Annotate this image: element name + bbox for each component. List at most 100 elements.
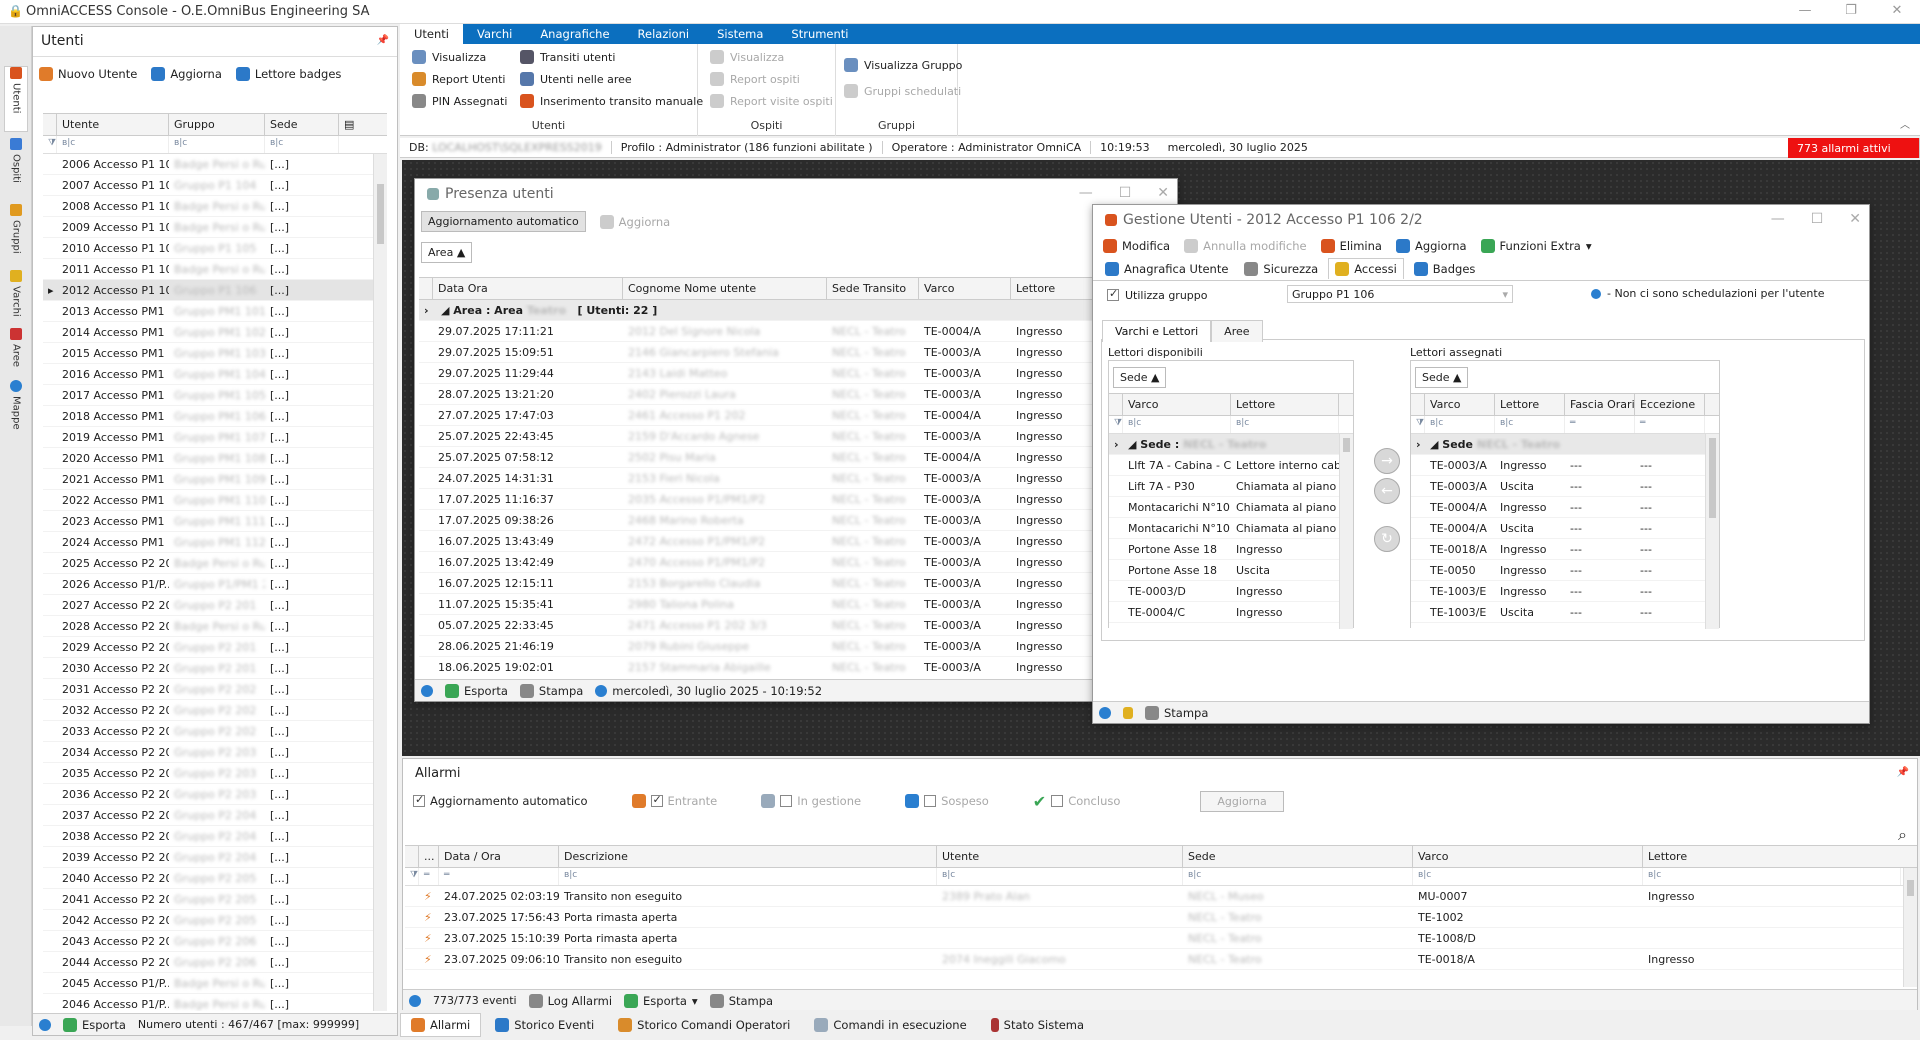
annulla-modifiche-button[interactable]: Annulla modifiche (1184, 239, 1307, 253)
filter-gruppo[interactable]: ʙ|c (169, 136, 265, 153)
filter-assigned-varco[interactable]: ʙ|c (1425, 416, 1495, 433)
user-row[interactable]: 2031 Accesso P2 20... Gruppo P2 202 [...] (43, 679, 387, 700)
available-reader-row[interactable]: Lift 7A - P30 Chiamata al piano (1109, 476, 1353, 497)
help-icon[interactable] (409, 994, 421, 1007)
vtab-varchi[interactable]: Varchi (4, 270, 28, 317)
tab-varchi[interactable]: Varchi (463, 24, 526, 44)
presence-row[interactable]: 28.07.2025 13:21:20 2402 Pierozzi Laura NE… (419, 384, 1175, 405)
bottom-tab-storico-eventi[interactable]: Storico Eventi (485, 1014, 604, 1036)
user-row[interactable]: 2025 Accesso P2 20... Badge Persi o Ru...… (43, 553, 387, 574)
presence-row[interactable]: 25.07.2025 22:43:45 2159 D'Accardo Agnese… (419, 426, 1175, 447)
filter-avail-varco[interactable]: ʙ|c (1123, 416, 1231, 433)
visualizza-ospiti-button[interactable]: Visualizza (710, 50, 784, 64)
user-row[interactable]: 2030 Accesso P2 20... Gruppo P2 201 [...] (43, 658, 387, 679)
search-icon[interactable]: ⌕ (1898, 825, 1907, 845)
elimina-button[interactable]: Elimina (1320, 239, 1382, 253)
user-row[interactable]: 2020 Accesso PM1 ... Gruppo PM1 108 [...] (43, 448, 387, 469)
user-row[interactable]: ▸ 2012 Accesso P1 10... Gruppo P1 106 [...] (43, 280, 387, 301)
assigned-reader-row[interactable]: TE-0004/A Uscita --- --- (1411, 518, 1719, 539)
user-row[interactable]: 2023 Accesso PM1 ... Gruppo PM1 111 [...] (43, 511, 387, 532)
col-utente[interactable]: Utente (57, 114, 169, 135)
user-row[interactable]: 2043 Accesso P2 20... Gruppo P2 206 [...] (43, 931, 387, 952)
user-row[interactable]: 2035 Accesso P2 20... Gruppo P2 203 [...] (43, 763, 387, 784)
vtab-aree[interactable]: Aree (4, 328, 28, 367)
minimize-button[interactable]: — (1782, 0, 1828, 24)
available-reader-row[interactable]: TE-0003/D Ingresso (1109, 581, 1353, 602)
tab-badges[interactable]: Badges (1408, 259, 1482, 279)
col-alarm-utente[interactable]: Utente (937, 846, 1183, 867)
tab-accessi[interactable]: Accessi (1328, 258, 1404, 279)
assigned-sede-button[interactable]: Sede ▲ (1415, 367, 1469, 388)
group-by-area-button[interactable]: Area ▲ (421, 242, 473, 263)
col-varco[interactable]: Varco (919, 278, 1011, 299)
report-utenti-button[interactable]: Report Utenti (412, 72, 505, 86)
unassign-reader-button[interactable]: ← (1374, 478, 1400, 504)
bottom-tab-comandi-esecuzione[interactable]: Comandi in esecuzione (804, 1014, 976, 1036)
user-print-button[interactable]: Stampa (1145, 705, 1208, 720)
presence-row[interactable]: 27.07.2025 17:47:03 2461 Accesso P1 202 NE… (419, 405, 1175, 426)
available-reader-row[interactable]: TE-0017/BIngresso (1109, 623, 1353, 630)
available-scrollbar[interactable] (1339, 434, 1353, 629)
assigned-reader-row[interactable]: TE-0018/A Ingresso --- --- (1411, 539, 1719, 560)
available-reader-row[interactable]: Montacarichi N°10 - P30 Chiamata al piano (1109, 518, 1353, 539)
minimize-button[interactable]: — (1079, 185, 1093, 201)
assigned-group-row[interactable]: › ◢ Sede NECL - Teatro (1411, 434, 1719, 455)
avail-group-row[interactable]: › ◢ Sede : NECL - Teatro (1109, 434, 1353, 455)
col-descrizione[interactable]: Descrizione (559, 846, 937, 867)
bottom-tab-stato-sistema[interactable]: Stato Sistema (981, 1014, 1094, 1036)
user-row[interactable]: 2010 Accesso P1 10... Gruppo P1 105 [...] (43, 238, 387, 259)
subtab-varchi-lettori[interactable]: Varchi e Lettori (1102, 320, 1212, 342)
user-row[interactable]: 2026 Accesso P1/P... Gruppo P1/PM1 2 [...] (43, 574, 387, 595)
user-row[interactable]: 2019 Accesso PM1 ... Gruppo PM1 107 [...] (43, 427, 387, 448)
subtab-aree[interactable]: Aree (1211, 320, 1263, 342)
presence-row[interactable]: 29.07.2025 11:29:44 2143 Laidi Matteo NECL… (419, 363, 1175, 384)
user-row[interactable]: 2045 Accesso P1/P... Badge Persi o Ru... [… (43, 973, 387, 994)
visualizza-utenti-button[interactable]: Visualizza (412, 50, 486, 64)
transiti-utenti-button[interactable]: Transiti utenti (520, 50, 615, 64)
user-row[interactable]: 2022 Accesso PM1 ... Gruppo PM1 110 [...] (43, 490, 387, 511)
presence-row[interactable]: 29.07.2025 15:09:51 2146 Giancarpiero Ste… (419, 342, 1175, 363)
user-row[interactable]: 2041 Accesso P2 20... Gruppo P2 205 [...] (43, 889, 387, 910)
filter-utente[interactable]: ʙ|c (57, 136, 169, 153)
user-row[interactable]: 2032 Accesso P2 20... Gruppo P2 202 [...] (43, 700, 387, 721)
tab-relazioni[interactable]: Relazioni (624, 24, 704, 44)
group-select[interactable]: Gruppo P1 106 ▾ (1287, 285, 1513, 303)
col-fascia-oraria[interactable]: Fascia Oraria (1565, 394, 1635, 415)
bottom-tab-storico-comandi[interactable]: Storico Comandi Operatori (608, 1014, 800, 1036)
users-scrollbar[interactable] (373, 154, 387, 1011)
help-icon[interactable] (421, 684, 433, 697)
user-row[interactable]: 2038 Accesso P2 20... Gruppo P2 204 [...] (43, 826, 387, 847)
tab-sistema[interactable]: Sistema (703, 24, 777, 44)
user-row[interactable]: 2044 Accesso P2 20... Gruppo P2 206 [...] (43, 952, 387, 973)
use-group-checkbox[interactable] (1107, 287, 1119, 301)
col-avail-varco[interactable]: Varco (1123, 394, 1231, 415)
presence-row[interactable]: 25.07.2025 07:58:12 2502 Pisu Maria NECL -… (419, 447, 1175, 468)
user-row[interactable]: 2016 Accesso PM1 ... Gruppo PM1 104 [...] (43, 364, 387, 385)
user-row[interactable]: 2017 Accesso PM1 ... Gruppo PM1 105 [...] (43, 385, 387, 406)
vtab-ospiti[interactable]: Ospiti (4, 138, 28, 183)
col-gruppo[interactable]: Gruppo (169, 114, 265, 135)
user-row[interactable]: 2042 Accesso P2 20... Gruppo P2 205 [...] (43, 910, 387, 931)
assigned-reader-row[interactable]: TE-0003/A Uscita --- --- (1411, 476, 1719, 497)
col-alarm-lettore[interactable]: Lettore (1643, 846, 1901, 867)
funzioni-extra-button[interactable]: Funzioni Extra ▾ (1480, 239, 1592, 253)
user-row[interactable]: 2024 Accesso PM1 ... Gruppo PM1 112 [...] (43, 532, 387, 553)
available-reader-row[interactable]: TE-0004/C Ingresso (1109, 602, 1353, 623)
maximize-button[interactable]: ❐ (1828, 0, 1874, 24)
alarms-print-button[interactable]: Stampa (709, 993, 773, 1008)
column-chooser-icon[interactable]: ▤ (339, 114, 373, 135)
presence-row[interactable]: 18.06.2025 19:02:01 2157 Stammaria Abigai… (419, 657, 1175, 675)
assigned-reader-row[interactable]: TE-0004/A Ingresso --- --- (1411, 497, 1719, 518)
presence-row[interactable]: 17.07.2025 09:38:26 2468 Marino Roberta NE… (419, 510, 1175, 531)
col-sede[interactable]: Sede (265, 114, 339, 135)
vtab-gruppi[interactable]: Gruppi (4, 204, 28, 254)
user-row[interactable]: 2009 Accesso P1 10... Badge Persi o Ru...… (43, 217, 387, 238)
close-button[interactable]: ✕ (1157, 185, 1169, 201)
lock-icon[interactable] (1123, 706, 1133, 719)
col-alarm-sede[interactable]: Sede (1183, 846, 1413, 867)
pin-icon[interactable]: 📌 (1897, 767, 1909, 778)
filter-sospeso[interactable]: Sospeso (905, 794, 989, 808)
col-sede-transito[interactable]: Sede Transito (827, 278, 919, 299)
new-user-button[interactable]: Nuovo Utente (39, 67, 137, 81)
col-assigned-lettore[interactable]: Lettore (1495, 394, 1565, 415)
